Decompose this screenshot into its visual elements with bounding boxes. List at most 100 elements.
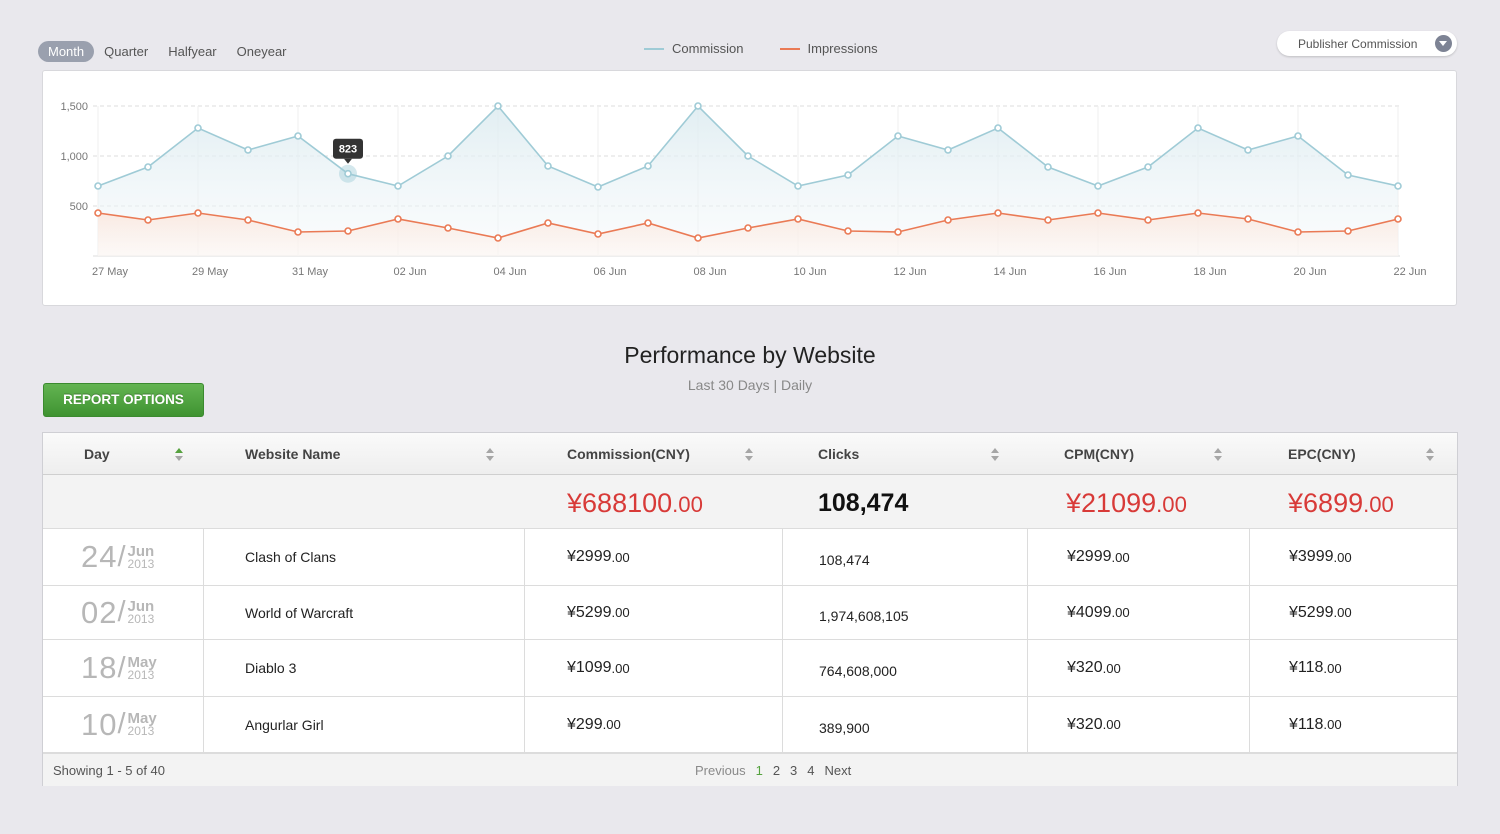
data-point-commission — [594, 183, 602, 191]
column-header-commission[interactable]: Commission(CNY) — [567, 433, 690, 475]
page-link-4[interactable]: 4 — [807, 763, 814, 778]
data-point-commission — [544, 162, 552, 170]
amount-integer: 3999 — [1297, 548, 1334, 565]
sort-icon[interactable] — [1214, 448, 1223, 461]
website-name[interactable]: Angurlar Girl — [245, 697, 324, 752]
currency-symbol: ¥ — [1289, 715, 1298, 733]
chart-panel: 1,500 1,000 500 27 May 29 May 31 May 02 Jun 04 … — [42, 70, 1457, 306]
column-header-cpm[interactable]: CPM(CNY) — [1064, 433, 1134, 475]
amount-decimal: .00 — [1323, 717, 1342, 732]
sort-icon[interactable] — [486, 448, 495, 461]
data-point-commission — [344, 169, 352, 178]
column-header-epc[interactable]: EPC(CNY) — [1288, 433, 1356, 475]
data-point-impressions — [294, 228, 302, 236]
data-point-commission — [1344, 171, 1352, 179]
data-point-impressions — [144, 216, 152, 224]
x-tick-label: 04 Jun — [493, 266, 526, 278]
page-link-1[interactable]: 1 — [756, 763, 763, 778]
metric-dropdown[interactable]: Publisher Commission — [1277, 31, 1457, 56]
total-clicks: 108,474 — [818, 489, 909, 517]
amount-integer: 118 — [1297, 715, 1324, 733]
x-tick-label: 12 Jun — [893, 266, 926, 278]
previous-page-link[interactable]: Previous — [695, 763, 746, 778]
currency-symbol: ¥ — [1289, 603, 1298, 621]
commission-cell: ¥299.00 — [567, 697, 621, 752]
data-point-impressions — [694, 234, 702, 242]
commission-cell: ¥2999.00 — [567, 529, 630, 585]
month-year: Jun 2013 — [127, 599, 155, 626]
line-chart: 1,500 1,000 500 27 May 29 May 31 May 02 Jun 04 … — [60, 101, 1426, 278]
day-cell: 24/Jun 2013 — [81, 529, 154, 585]
data-point-commission — [294, 132, 302, 140]
table-row[interactable]: 10/May 2013 Angurlar Girl ¥299.00 389,900 ¥32… — [43, 697, 1457, 753]
y-tick-label: 1,500 — [60, 101, 88, 113]
data-point-commission — [694, 102, 702, 110]
performance-table: Day Website Name Commission(CNY) Clicks … — [42, 432, 1458, 786]
epc-cell: ¥3999.00 — [1289, 529, 1352, 585]
data-point-impressions — [844, 227, 852, 235]
data-point-impressions — [1344, 227, 1352, 235]
currency-symbol: ¥ — [567, 659, 576, 676]
month-year: Jun 2013 — [128, 544, 155, 571]
amount-decimal: .00 — [1102, 660, 1121, 676]
tab-oneyear[interactable]: Oneyear — [227, 41, 297, 62]
tab-month[interactable]: Month — [38, 41, 95, 62]
website-name[interactable]: Diablo 3 — [245, 640, 296, 696]
section-subtitle: Last 30 Days | Daily — [687, 377, 813, 393]
currency-symbol: ¥ — [567, 548, 576, 565]
website-name[interactable]: World of Warcraft — [245, 586, 353, 639]
chevron-down-icon[interactable] — [1435, 35, 1452, 52]
x-tick-label: 31 May — [292, 266, 329, 278]
page-link-2[interactable]: 2 — [773, 763, 780, 778]
data-point-commission — [494, 102, 502, 110]
data-point-commission — [1144, 163, 1152, 171]
amount-decimal: .00 — [672, 492, 703, 517]
table-footer: Showing 1 - 5 of 40 Previous 1 2 3 4 Nex… — [43, 753, 1457, 786]
year-label: 2013 — [127, 612, 155, 626]
legend-item-impressions[interactable]: Impressions — [779, 41, 878, 56]
tab-halfyear[interactable]: Halfyear — [158, 41, 226, 62]
website-name[interactable]: Clash of Clans — [245, 529, 336, 585]
page-link-3[interactable]: 3 — [790, 763, 797, 778]
sort-icon[interactable] — [1426, 448, 1435, 461]
amount-decimal: .00 — [1333, 605, 1352, 620]
data-point-impressions — [344, 227, 352, 235]
currency-symbol: ¥ — [1066, 488, 1082, 518]
sort-icon[interactable] — [745, 448, 754, 461]
legend-item-commission[interactable]: Commission — [644, 41, 744, 56]
data-point-commission — [744, 152, 752, 160]
amount-integer: 118 — [1297, 659, 1324, 676]
x-tick-label: 18 Jun — [1193, 266, 1226, 278]
table-row[interactable]: 18/May 2013 Diablo 3 ¥1099.00 764,608,000 ¥32… — [43, 640, 1457, 697]
column-header-website[interactable]: Website Name — [245, 433, 340, 475]
day-number: 18 — [81, 650, 118, 685]
column-header-clicks[interactable]: Clicks — [818, 433, 859, 475]
data-point-commission — [1194, 124, 1202, 132]
data-point-impressions — [94, 209, 102, 217]
amount-integer: 320 — [1075, 715, 1103, 733]
chart-legend: Commission Impressions — [644, 41, 878, 56]
day-number: 02 — [81, 594, 118, 630]
amount-decimal: .00 — [1323, 660, 1342, 676]
report-options-button[interactable]: REPORT OPTIONS — [43, 383, 204, 417]
x-tick-label: 22 Jun — [1393, 266, 1426, 278]
dropdown-value: Publisher Commission — [1298, 36, 1418, 51]
tab-quarter[interactable]: Quarter — [94, 41, 158, 62]
data-point-commission — [94, 182, 102, 190]
amount-integer: 4099 — [1075, 603, 1112, 621]
data-point-commission — [794, 182, 802, 190]
year-label: 2013 — [127, 667, 155, 682]
table-row[interactable]: 02/Jun 2013 World of Warcraft ¥5299.00 1,974… — [43, 586, 1457, 640]
epc-cell: ¥118.00 — [1289, 697, 1342, 752]
data-point-impressions — [994, 209, 1002, 217]
next-page-link[interactable]: Next — [825, 763, 852, 778]
currency-symbol: ¥ — [1067, 715, 1076, 733]
tooltip-arrow — [344, 158, 352, 164]
y-tick-label: 1,000 — [60, 151, 88, 163]
column-header-day[interactable]: Day — [84, 433, 110, 475]
month-year: May 2013 — [128, 711, 157, 738]
sort-icon[interactable] — [175, 448, 184, 461]
sort-icon[interactable] — [991, 448, 1000, 461]
table-row[interactable]: 24/Jun 2013 Clash of Clans ¥2999.00 108,474 ¥… — [43, 529, 1457, 586]
epc-cell: ¥118.00 — [1289, 640, 1342, 696]
